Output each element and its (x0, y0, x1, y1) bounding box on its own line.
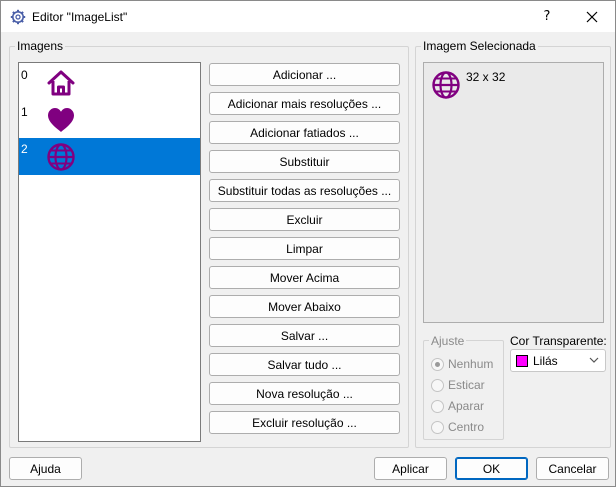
radio-button[interactable] (431, 357, 444, 371)
close-icon (586, 11, 598, 22)
new-resolution-button[interactable]: Nova resolução ... (209, 382, 400, 405)
title-bar: Editor "ImageList" ? (1, 1, 615, 32)
replace-all-resolutions-button[interactable]: Substituir todas as resoluções ... (209, 179, 400, 202)
window-title: Editor "ImageList" (32, 10, 128, 24)
radio-label: Nenhum (448, 357, 494, 371)
cancel-button[interactable]: Cancelar (536, 457, 609, 480)
selected-image-group-label: Imagem Selecionada (421, 39, 538, 53)
transparent-color-dropdown[interactable]: Lilás (510, 349, 606, 372)
color-swatch (516, 354, 528, 367)
transparent-color-value: Lilás (533, 353, 558, 368)
home-icon (47, 70, 75, 96)
heart-icon (48, 108, 74, 132)
gear-icon (10, 9, 26, 25)
add-button[interactable]: Adicionar ... (209, 63, 400, 86)
delete-resolution-button[interactable]: Excluir resolução ... (209, 411, 400, 434)
item-index: 1 (21, 105, 28, 119)
transparent-color-label: Cor Transparente: (510, 334, 607, 348)
save-button[interactable]: Salvar ... (209, 324, 400, 347)
list-item[interactable]: 2 (19, 138, 200, 175)
ok-button[interactable]: OK (455, 457, 528, 480)
item-index: 0 (21, 68, 28, 82)
list-item[interactable]: 1 (19, 101, 200, 138)
add-more-resolutions-button[interactable]: Adicionar mais resoluções ... (209, 92, 400, 115)
radio-label: Centro (448, 420, 485, 434)
image-preview: 32 x 32 (423, 62, 604, 323)
radio-button[interactable] (431, 378, 444, 392)
adjust-option-center[interactable]: Centro (431, 419, 484, 435)
images-group-label: Imagens (15, 39, 66, 53)
image-list[interactable]: 0 1 2 (18, 62, 201, 442)
item-index: 2 (21, 142, 28, 156)
radio-button[interactable] (431, 420, 444, 434)
apply-button[interactable]: Aplicar (374, 457, 447, 480)
replace-button[interactable]: Substituir (209, 150, 400, 173)
adjust-option-stretch[interactable]: Esticar (431, 377, 485, 393)
help-button[interactable]: Ajuda (9, 457, 82, 480)
imagelist-editor-dialog: Editor "ImageList" ? Imagens 0 1 2 Adici… (0, 0, 616, 487)
list-item[interactable]: 0 (19, 64, 200, 101)
adjust-group-label: Ajuste (429, 334, 467, 348)
image-size-label: 32 x 32 (466, 70, 506, 84)
close-button[interactable] (570, 1, 614, 32)
chevron-down-icon (589, 357, 599, 363)
globe-icon (47, 143, 75, 171)
radio-label: Esticar (448, 378, 485, 392)
add-sliced-button[interactable]: Adicionar fatiados ... (209, 121, 400, 144)
help-title-button[interactable]: ? (525, 1, 569, 32)
radio-label: Aparar (448, 399, 485, 413)
globe-icon (432, 71, 460, 99)
save-all-button[interactable]: Salvar tudo ... (209, 353, 400, 376)
delete-button[interactable]: Excluir (209, 208, 400, 231)
clear-button[interactable]: Limpar (209, 237, 400, 260)
move-down-button[interactable]: Mover Abaixo (209, 295, 400, 318)
adjust-option-none[interactable]: Nenhum (431, 356, 493, 372)
adjust-option-crop[interactable]: Aparar (431, 398, 484, 414)
radio-button[interactable] (431, 399, 444, 413)
move-up-button[interactable]: Mover Acima (209, 266, 400, 289)
